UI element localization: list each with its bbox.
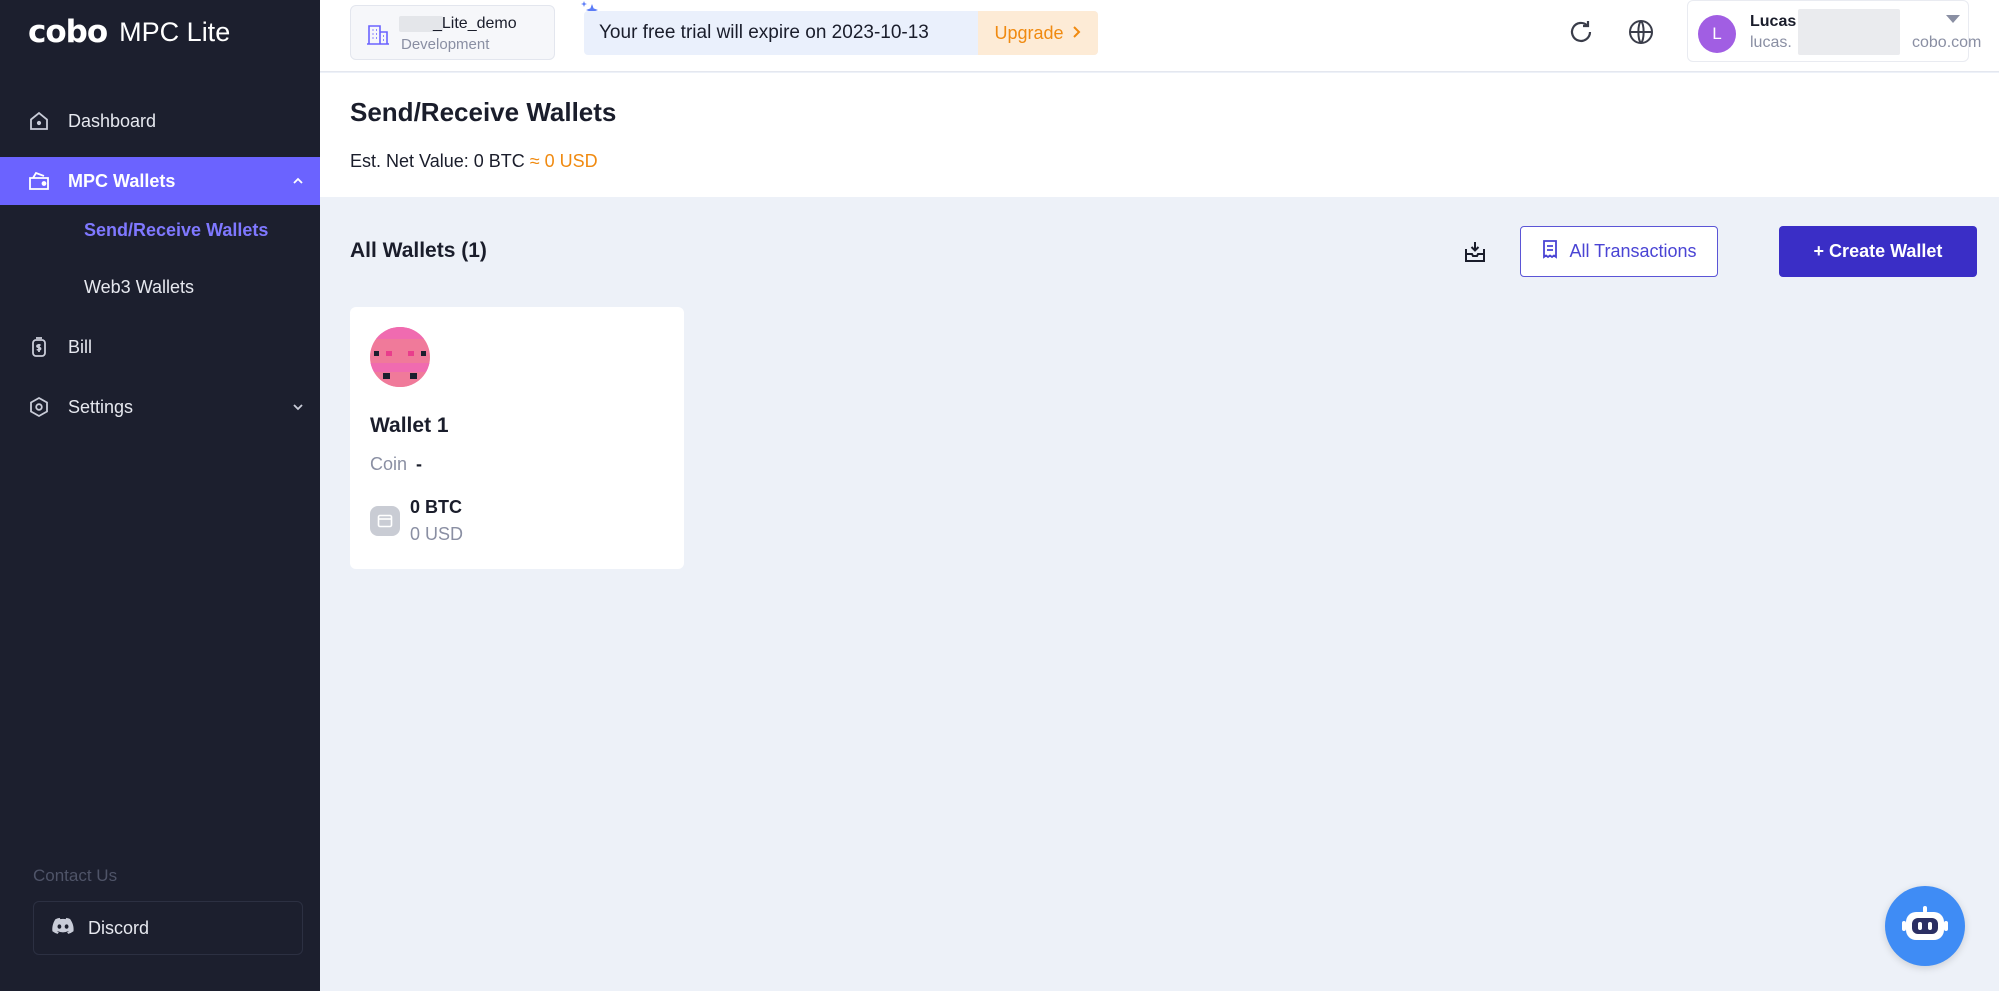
sidebar-subitem-send-receive-wallets[interactable]: Send/Receive Wallets <box>84 220 268 241</box>
chevron-right-icon <box>1070 23 1082 44</box>
user-email-prefix: lucas. <box>1750 34 1792 51</box>
avatar: L <box>1698 15 1736 53</box>
sidebar-subitem-web3-wallets[interactable]: Web3 Wallets <box>84 277 194 298</box>
user-email-domain: cobo.com <box>1912 34 1982 51</box>
page-title: Send/Receive Wallets <box>350 97 617 127</box>
trial-banner: Your free trial will expire on 2023-10-1… <box>584 11 1098 55</box>
wallet-name: Wallet 1 <box>370 414 449 437</box>
sidebar-item-label: Settings <box>68 396 134 417</box>
user-menu[interactable]: L Lucas lucas. cobo.com <box>1687 0 1981 62</box>
discord-label: Discord <box>88 917 150 938</box>
wallet-avatar <box>370 327 430 387</box>
net-value-usd: ≈ 0 USD <box>529 151 598 171</box>
all-transactions-label: All Transactions <box>1569 241 1697 261</box>
wallet-card[interactable]: Wallet 1 Coin - 0 BTC 0 USD <box>350 307 684 569</box>
contact-us-label: Contact Us <box>33 866 118 885</box>
sidebar: cobo MPC Lite Dashboard MPC Wallets Send… <box>0 0 320 991</box>
sidebar-item-label: MPC Wallets <box>68 170 176 191</box>
coin-value: - <box>416 454 423 474</box>
balance-icon <box>370 506 400 536</box>
user-name: Lucas <box>1750 13 1797 30</box>
discord-button[interactable]: Discord <box>33 901 303 955</box>
chevron-down-icon <box>286 395 310 419</box>
wallet-coin-row: Coin - <box>370 454 422 475</box>
wallet-balance-btc: 0 BTC <box>410 497 463 517</box>
sidebar-item-bill[interactable]: Bill <box>0 323 320 371</box>
bill-icon <box>26 334 52 360</box>
sidebar-item-mpc-wallets[interactable]: MPC Wallets <box>0 157 320 205</box>
chevron-up-icon <box>286 169 310 193</box>
redacted-block <box>1798 9 1900 55</box>
section-title: All Wallets (1) <box>350 239 487 262</box>
upgrade-button[interactable]: Upgrade <box>978 11 1098 55</box>
sidebar-item-label: Dashboard <box>68 110 157 131</box>
coin-label: Coin <box>370 454 408 474</box>
sidebar-item-settings[interactable]: Settings <box>0 383 320 431</box>
wallet-balance-usd: 0 USD <box>410 524 464 544</box>
trial-text: Your free trial will expire on 2023-10-1… <box>599 22 929 43</box>
logo-text: MPC Lite <box>119 16 231 47</box>
topbar: _Lite_demo Development Your free trial w… <box>320 0 1999 72</box>
sidebar-item-dashboard[interactable]: Dashboard <box>0 97 320 145</box>
create-wallet-button[interactable]: + Create Wallet <box>1779 226 1977 277</box>
globe-icon[interactable] <box>1626 17 1656 47</box>
org-name: _Lite_demo <box>433 15 517 32</box>
refresh-icon[interactable] <box>1566 17 1596 47</box>
home-icon <box>26 108 52 134</box>
caret-down-icon <box>1946 15 1960 23</box>
net-value-btc: Est. Net Value: 0 BTC <box>350 151 525 171</box>
all-transactions-button[interactable]: All Transactions <box>1520 226 1718 277</box>
page-header: Send/Receive Wallets Est. Net Value: 0 B… <box>320 73 1999 197</box>
receipt-icon <box>1541 239 1559 264</box>
discord-icon <box>52 917 74 940</box>
chatbot-button[interactable] <box>1885 886 1965 966</box>
net-value: Est. Net Value: 0 BTC ≈ 0 USD <box>350 151 598 172</box>
upgrade-label: Upgrade <box>994 22 1064 43</box>
building-icon <box>365 21 391 47</box>
org-environment: Development <box>401 36 490 53</box>
logo-mark: cobo <box>28 14 108 50</box>
download-icon[interactable] <box>1459 236 1491 268</box>
settings-icon <box>26 394 52 420</box>
robot-icon <box>1902 904 1948 949</box>
org-selector[interactable]: _Lite_demo Development <box>350 5 555 60</box>
wallet-icon <box>26 168 52 194</box>
logo[interactable]: cobo MPC Lite <box>28 14 230 50</box>
sidebar-item-label: Bill <box>68 336 93 357</box>
